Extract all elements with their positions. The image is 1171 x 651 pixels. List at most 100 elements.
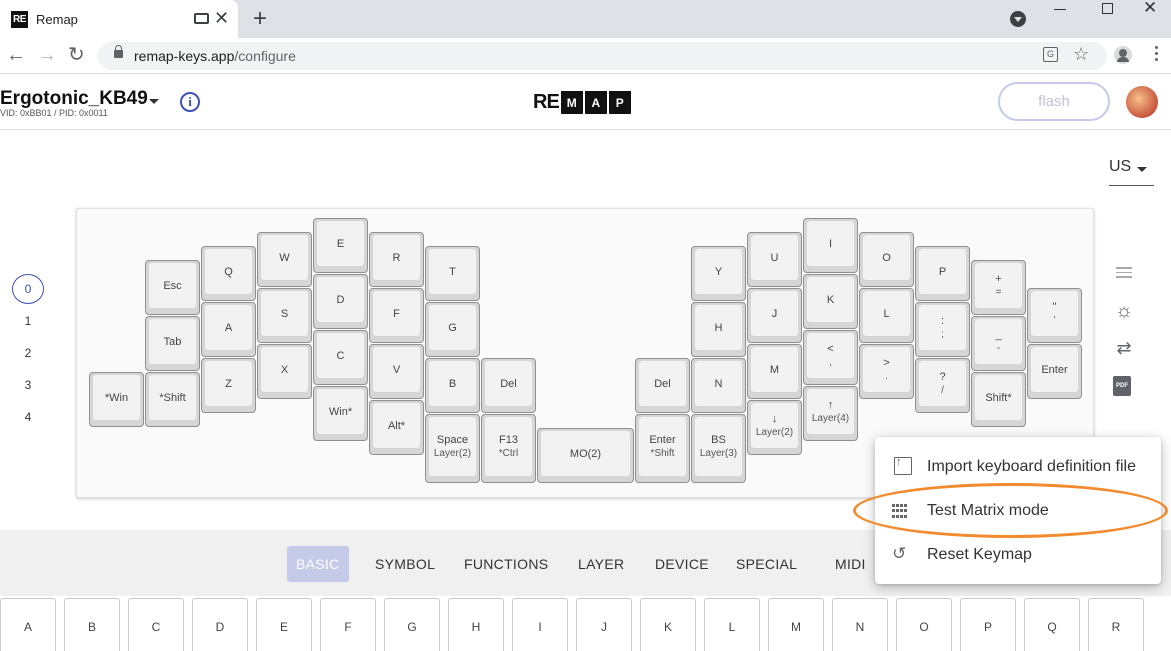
keyboard-layout-select[interactable]: US (1109, 158, 1154, 186)
key-b[interactable]: B (425, 358, 480, 413)
key-quote[interactable]: " ' (1027, 288, 1082, 343)
key-j[interactable]: J (747, 288, 802, 343)
key-f[interactable]: F (369, 288, 424, 343)
key-z[interactable]: Z (201, 358, 256, 413)
layer-tab-1[interactable]: 1 (12, 306, 44, 336)
window-minimize-icon[interactable] (1054, 9, 1066, 10)
key-period[interactable]: >. (859, 344, 914, 399)
keypad-key[interactable]: O (896, 598, 952, 651)
reload-icon[interactable]: ↻ (68, 43, 85, 67)
key-del-left[interactable]: Del (481, 358, 536, 413)
tab-media-icon[interactable] (194, 13, 209, 24)
flash-button[interactable]: flash (998, 82, 1110, 121)
key-s[interactable]: S (257, 288, 312, 343)
tab-device[interactable]: DEVICE (646, 546, 718, 582)
key-semicolon[interactable]: :; (915, 302, 970, 357)
keypad-key[interactable]: J (576, 598, 632, 651)
key-esc[interactable]: Esc (145, 260, 200, 315)
lines-icon[interactable] (1113, 264, 1135, 286)
brightness-icon[interactable]: ☼ (1113, 300, 1135, 322)
key-w[interactable]: W (257, 232, 312, 287)
tab-search-icon[interactable] (1010, 11, 1026, 27)
key-t[interactable]: T (425, 246, 480, 301)
key-u[interactable]: U (747, 232, 802, 287)
window-maximize-icon[interactable] (1102, 3, 1113, 14)
key-up[interactable]: ↑ Layer(4) (803, 386, 858, 441)
tab-symbol[interactable]: SYMBOL (366, 546, 444, 582)
key-v[interactable]: V (369, 344, 424, 399)
key-q[interactable]: Q (201, 246, 256, 301)
forward-arrow-icon[interactable]: → (37, 43, 57, 67)
key-o[interactable]: O (859, 232, 914, 287)
tab-close-icon[interactable]: ✕ (214, 9, 229, 27)
keypad-key[interactable]: M (768, 598, 824, 651)
key-shift-left[interactable]: *Shift (145, 372, 200, 427)
keypad-key[interactable]: I (512, 598, 568, 651)
key-bs[interactable]: BS Layer(3) (691, 414, 746, 483)
keypad-key[interactable]: Q (1024, 598, 1080, 651)
key-shift-right[interactable]: Shift* (971, 372, 1026, 427)
key-r[interactable]: R (369, 232, 424, 287)
menu-item-import-definition[interactable]: Import keyboard definition file (875, 445, 1161, 489)
key-n[interactable]: N (691, 358, 746, 413)
avatar[interactable] (1126, 86, 1158, 118)
key-win[interactable]: *Win (89, 372, 144, 427)
key-i[interactable]: I (803, 218, 858, 273)
keypad-key[interactable]: D (192, 598, 248, 651)
key-d[interactable]: D (313, 274, 368, 329)
keyboard-name[interactable]: Ergotonic_KB49 (0, 88, 148, 110)
key-m[interactable]: M (747, 344, 802, 399)
key-del-right[interactable]: Del (635, 358, 690, 413)
keypad-key[interactable]: P (960, 598, 1016, 651)
translate-icon[interactable]: G (1043, 47, 1058, 62)
layer-tab-4[interactable]: 4 (12, 402, 44, 432)
key-plus[interactable]: + = (971, 260, 1026, 315)
keypad-key[interactable]: C (128, 598, 184, 651)
key-p[interactable]: P (915, 246, 970, 301)
key-tab[interactable]: Tab (145, 316, 200, 371)
profile-icon[interactable] (1114, 46, 1132, 64)
tab-functions[interactable]: FUNCTIONS (455, 546, 557, 582)
tab-layer[interactable]: LAYER (569, 546, 633, 582)
key-mo2[interactable]: MO(2) (537, 428, 634, 483)
swap-icon[interactable]: ⇄ (1113, 337, 1135, 359)
browser-tab[interactable]: RE Remap ✕ (0, 0, 238, 38)
key-x[interactable]: X (257, 344, 312, 399)
browser-menu-icon[interactable] (1155, 46, 1159, 64)
window-close-icon[interactable]: ✕ (1143, 0, 1157, 18)
key-c[interactable]: C (313, 330, 368, 385)
keypad-key[interactable]: E (256, 598, 312, 651)
key-l[interactable]: L (859, 288, 914, 343)
keypad-key[interactable]: G (384, 598, 440, 651)
key-e[interactable]: E (313, 218, 368, 273)
key-a[interactable]: A (201, 302, 256, 357)
key-slash[interactable]: ? / (915, 358, 970, 413)
keypad-key[interactable]: N (832, 598, 888, 651)
key-space[interactable]: Space Layer(2) (425, 414, 480, 483)
key-f13[interactable]: F13 *Ctrl (481, 414, 536, 483)
bookmark-star-icon[interactable]: ☆ (1073, 44, 1089, 65)
key-y[interactable]: Y (691, 246, 746, 301)
keypad-key[interactable]: B (64, 598, 120, 651)
keyboard-dropdown-icon[interactable] (149, 99, 159, 104)
keypad-key[interactable]: K (640, 598, 696, 651)
key-enter-right[interactable]: Enter (1027, 344, 1082, 399)
info-icon[interactable]: i (180, 92, 200, 112)
menu-item-reset-keymap[interactable]: ↺ Reset Keymap (875, 533, 1161, 577)
key-down[interactable]: ↓ Layer(2) (747, 400, 802, 455)
menu-item-test-matrix[interactable]: Test Matrix mode (875, 489, 1161, 533)
key-comma[interactable]: <, (803, 330, 858, 385)
key-h[interactable]: H (691, 302, 746, 357)
layer-tab-0[interactable]: 0 (12, 274, 44, 304)
key-win-alt[interactable]: Win* (313, 386, 368, 441)
keypad-key[interactable]: A (0, 598, 56, 651)
key-minus[interactable]: _ - (971, 316, 1026, 371)
key-alt[interactable]: Alt* (369, 400, 424, 455)
key-g[interactable]: G (425, 302, 480, 357)
new-tab-button[interactable]: + (253, 6, 267, 32)
tab-midi[interactable]: MIDI (826, 546, 875, 582)
key-k[interactable]: K (803, 274, 858, 329)
back-arrow-icon[interactable]: ← (6, 43, 26, 67)
keypad-key[interactable]: H (448, 598, 504, 651)
layer-tab-3[interactable]: 3 (12, 370, 44, 400)
